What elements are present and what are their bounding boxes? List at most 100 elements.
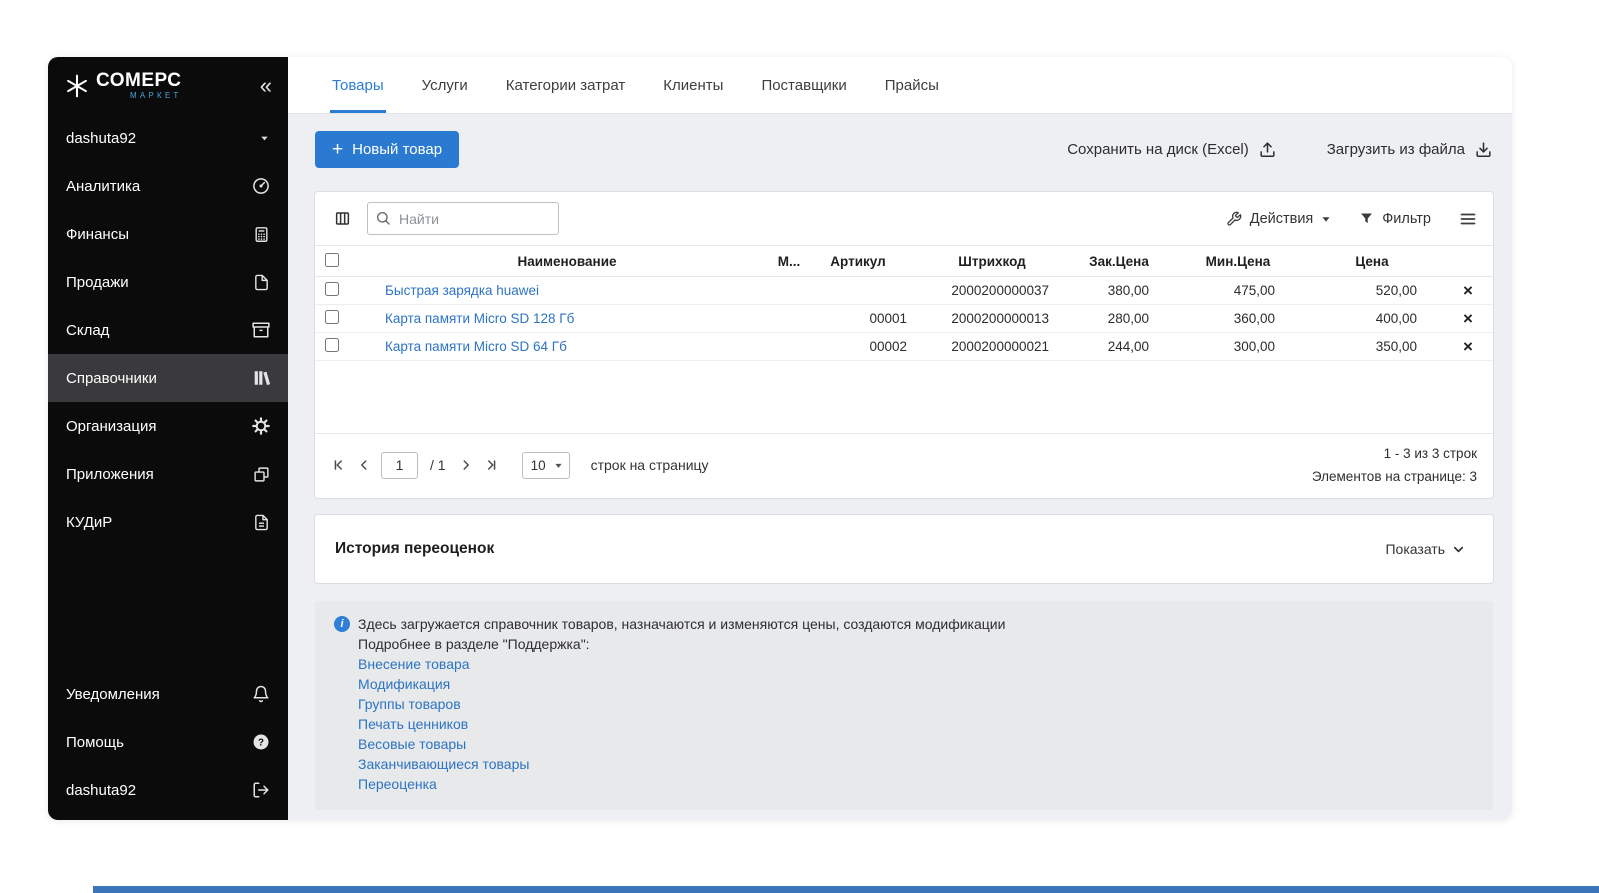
sidebar-item-label: Организация [66, 417, 157, 435]
info-link-modification[interactable]: Модификация [358, 674, 450, 694]
archive-box-icon [252, 321, 270, 339]
info-link-running-out-products[interactable]: Заканчивающиеся товары [358, 754, 529, 774]
pagination-controls: / 1 10 строк на ст [331, 451, 709, 479]
bell-icon [252, 685, 270, 703]
info-link-price-tags[interactable]: Печать ценников [358, 714, 468, 734]
pagination: / 1 10 строк на ст [315, 433, 1493, 498]
info-link-product-groups[interactable]: Группы товаров [358, 694, 461, 714]
sidebar-item-label: Помощь [66, 733, 124, 751]
product-name-link[interactable]: Карта памяти Micro SD 64 Гб [365, 332, 769, 361]
info-link-revaluation[interactable]: Переоценка [358, 774, 437, 794]
columns-settings-button[interactable] [327, 204, 357, 234]
row-checkbox[interactable] [325, 338, 339, 352]
save-excel-button[interactable]: Сохранить на диск (Excel) [1067, 140, 1277, 159]
hamburger-icon [1459, 210, 1477, 228]
caret-down-icon [1321, 214, 1331, 224]
expander-column-header [349, 245, 365, 277]
show-history-button[interactable]: Показать [1385, 541, 1465, 557]
product-name-link[interactable]: Карта памяти Micro SD 128 Гб [365, 304, 769, 333]
tab-bar: Товары Услуги Категории затрат Клиенты П… [288, 57, 1512, 114]
actions-dropdown-button[interactable]: Действия [1226, 211, 1332, 227]
table-row: Карта памяти Micro SD 64 Гб 00002 200020… [315, 332, 1493, 361]
sidebar-item-kudir[interactable]: КУДиР [48, 498, 288, 546]
tab-praisy[interactable]: Прайсы [885, 57, 939, 113]
tab-klienty[interactable]: Клиенты [663, 57, 723, 113]
sidebar-user-menu[interactable]: dashuta92 [48, 114, 288, 162]
previous-page-button[interactable] [356, 457, 372, 473]
sidebar-item-sales[interactable]: Продажи [48, 258, 288, 306]
row-checkbox[interactable] [325, 282, 339, 296]
sidebar-item-help[interactable]: Помощь ? [48, 718, 288, 766]
tab-kategorii-zatrat[interactable]: Категории затрат [506, 57, 626, 113]
chevron-down-icon [1452, 543, 1465, 556]
products-table-card: Действия Фильтр [315, 192, 1493, 498]
info-link-add-product[interactable]: Внесение товара [358, 654, 470, 674]
revaluation-history-title: История переоценок [335, 540, 495, 557]
sidebar-item-warehouse[interactable]: Склад [48, 306, 288, 354]
rows-range-label: 1 - 3 из 3 строк [1383, 446, 1477, 461]
column-header-price[interactable]: Цена [1301, 245, 1443, 277]
cell-modification [769, 332, 809, 361]
document-icon [253, 274, 270, 291]
funnel-icon [1359, 211, 1374, 226]
cell-article: 00001 [809, 304, 921, 333]
sidebar-item-notifications[interactable]: Уведомления [48, 670, 288, 718]
top-bar: + Новый товар Сохранить на диск (Excel) … [315, 131, 1493, 168]
tab-uslugi[interactable]: Услуги [422, 57, 468, 113]
table-toolbar: Действия Фильтр [315, 192, 1493, 245]
column-header-name[interactable]: Наименование [365, 245, 769, 277]
column-header-purchase-price[interactable]: Зак.Цена [1063, 245, 1175, 277]
delete-row-button[interactable]: × [1463, 310, 1473, 327]
table-row: Карта памяти Micro SD 128 Гб 00001 20002… [315, 304, 1493, 333]
column-header-modification[interactable]: М... [769, 245, 809, 277]
table-empty-space [315, 361, 1493, 433]
sidebar-item-logout[interactable]: dashuta92 [48, 766, 288, 814]
table-menu-button[interactable] [1459, 210, 1477, 228]
cell-barcode: 2000200000021 [921, 332, 1063, 361]
cell-purchase-price: 380,00 [1063, 276, 1175, 305]
column-header-barcode[interactable]: Штрихкод [921, 245, 1063, 277]
column-header-min-price[interactable]: Мин.Цена [1175, 245, 1301, 277]
sidebar-item-finances[interactable]: Финансы [48, 210, 288, 258]
cell-price: 400,00 [1301, 304, 1443, 333]
sidebar-item-label: Склад [66, 321, 110, 339]
sidebar-item-applications[interactable]: Приложения [48, 450, 288, 498]
per-page-info-label: Элементов на странице: 3 [1311, 469, 1477, 484]
tab-tovary[interactable]: Товары [330, 57, 386, 113]
sidebar-item-analytics[interactable]: Аналитика [48, 162, 288, 210]
last-page-button[interactable] [483, 457, 499, 473]
sidebar-item-label: Продажи [66, 273, 129, 291]
sidebar-collapse-button[interactable]: « [260, 74, 272, 97]
delete-row-button[interactable]: × [1463, 338, 1473, 355]
row-checkbox[interactable] [325, 310, 339, 324]
table-header-row: Наименование М... Артикул Штрихкод Зак.Ц… [315, 245, 1493, 277]
load-from-file-button[interactable]: Загрузить из файла [1327, 140, 1493, 159]
cell-price: 350,00 [1301, 332, 1443, 361]
new-product-button[interactable]: + Новый товар [315, 131, 460, 168]
rows-per-page-select[interactable]: 10 [521, 451, 570, 479]
sidebar-item-organization[interactable]: Организация [48, 402, 288, 450]
product-name-link[interactable]: Быстрая зарядка huawei [365, 276, 769, 305]
next-page-button[interactable] [458, 457, 474, 473]
wrench-icon [1226, 211, 1242, 227]
select-all-checkbox[interactable] [325, 252, 339, 267]
search-input[interactable] [367, 202, 559, 235]
show-history-label: Показать [1385, 541, 1445, 557]
tab-postavshchiki[interactable]: Поставщики [761, 57, 846, 113]
filter-button[interactable]: Фильтр [1359, 211, 1431, 227]
calculator-icon [253, 226, 270, 243]
cell-modification [769, 276, 809, 305]
page-number-input[interactable] [381, 451, 418, 479]
rows-per-page-label: строк на страницу [590, 457, 709, 473]
ledger-icon [253, 514, 270, 531]
svg-text:?: ? [258, 737, 264, 748]
columns-icon [334, 210, 351, 227]
app-window: СОМЕРС МАРКЕТ « dashuta92 Аналитика Фина… [48, 57, 1512, 820]
info-link-weighted-products[interactable]: Весовые товары [358, 734, 466, 754]
first-page-button[interactable] [331, 457, 347, 473]
sidebar-item-directories[interactable]: Справочники [48, 354, 288, 402]
info-body: Подробнее в разделе "Поддержка": Внесени… [358, 634, 1473, 794]
delete-row-button[interactable]: × [1463, 282, 1473, 299]
info-line2: Подробнее в разделе "Поддержка": [358, 636, 590, 652]
column-header-article[interactable]: Артикул [809, 245, 921, 277]
